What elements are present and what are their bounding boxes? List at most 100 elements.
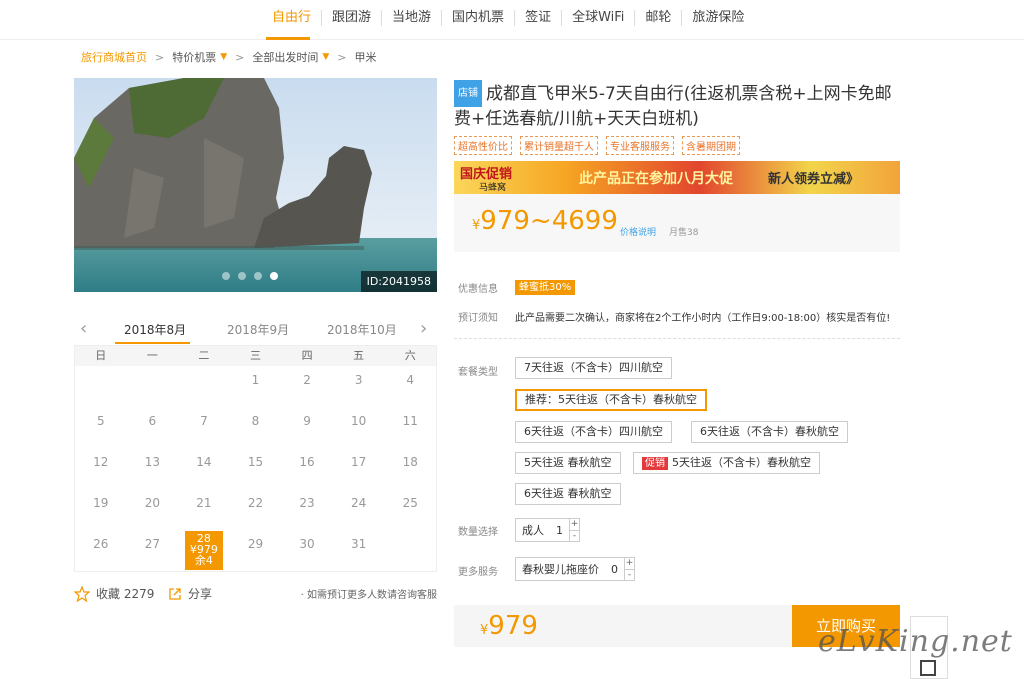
weekday-label: 六 [404,349,416,362]
plus-icon[interactable]: + [625,558,634,570]
package-option[interactable]: 7天往返（不含卡）四川航空 [515,357,672,379]
calendar-day[interactable]: 21 [178,489,230,530]
caret-down-icon[interactable]: ▼ [322,52,329,62]
carousel-dot[interactable] [254,272,262,280]
product-title: 店铺 成都直飞甲米5-7天自由行(往返机票含税+上网卡免邮费+任选春航/川航+天天… [454,80,904,132]
calendar-day[interactable]: 17 [333,448,385,489]
share-label: 分享 [188,587,213,601]
carousel-dot[interactable] [270,272,278,280]
calendar-day[interactable]: 2 [281,366,333,407]
calendar-day[interactable]: 27 [127,530,179,571]
product-image-carousel[interactable]: ID:2041958 [74,78,437,292]
package-option[interactable]: 6天往返（不含卡）春秋航空 [691,421,848,443]
calendar-day[interactable]: 29 [230,530,282,571]
breadcrumb-departure[interactable]: 全部出发时间 [252,49,318,65]
nav-item[interactable]: 旅游保险 [681,10,754,26]
quantity-stepper[interactable]: 成人 1 + - [515,518,580,542]
calendar-day[interactable]: 31 [333,530,385,571]
nav-item[interactable]: 邮轮 [634,10,681,26]
calendar-day[interactable]: 23 [281,489,333,530]
tab-month-aug[interactable]: 2018年8月 [124,321,186,338]
breadcrumb-separator: > [155,50,165,64]
calendar-day[interactable]: 15 [230,448,282,489]
star-icon [74,585,90,602]
calendar-day[interactable]: 11 [384,407,436,448]
service-value[interactable]: 0 [605,563,624,576]
total-price: ¥979 [480,611,538,641]
calendar-day [75,366,127,407]
feature-tag: 含暑期团期 [682,136,740,155]
breadcrumb-flights[interactable]: 特价机票 [172,49,216,65]
price-box: ¥979~4699 价格说明 月售38 [454,194,900,252]
calendar-day-selected[interactable]: 28 ¥979 余4 [185,531,223,570]
tab-month-oct[interactable]: 2018年10月 [327,321,397,338]
calendar-day[interactable]: 9 [281,407,333,448]
nav-item[interactable]: 当地游 [381,10,441,26]
weekday-label: 一 [146,349,158,362]
price-explain-link[interactable]: 价格说明 [620,225,656,238]
carousel-dot[interactable] [222,272,230,280]
minus-icon[interactable]: - [625,570,634,581]
discount-label: 优惠信息 [458,284,498,295]
feature-tag: 专业客服服务 [606,136,674,155]
plus-icon[interactable]: + [570,519,579,531]
nav-item[interactable]: 全球WiFi [561,10,634,26]
tab-month-sep[interactable]: 2018年9月 [227,321,289,338]
favorite-button[interactable]: 收藏 2279 [74,585,154,602]
breadcrumb-home[interactable]: 旅行商城首页 [81,49,147,65]
calendar-day[interactable]: 5 [75,407,127,448]
breadcrumb: 旅行商城首页 > 特价机票 ▼ > 全部出发时间 ▼ > 甲米 [81,49,377,65]
favorite-count: 收藏 2279 [96,587,155,601]
calendar-day[interactable]: 10 [333,407,385,448]
calendar-day[interactable]: 14 [178,448,230,489]
calendar-day[interactable]: 8 [230,407,282,448]
calendar-day[interactable]: 7 [178,407,230,448]
package-option-promo[interactable]: 促销 5天往返（不含卡）春秋航空 [633,452,820,474]
quantity-label: 数量选择 [458,527,498,538]
stepper-buttons[interactable]: + - [624,558,634,580]
calendar-day[interactable]: 26 [75,530,127,571]
calendar-day[interactable]: 3 [333,366,385,407]
divider [454,338,900,339]
carousel-dot[interactable] [238,272,246,280]
calendar-day[interactable]: 25 [384,489,436,530]
package-option[interactable]: 5天往返 春秋航空 [515,452,621,474]
calendar-day[interactable]: 19 [75,489,127,530]
calendar-weekday-header: 日一二三四五六 [75,346,436,366]
package-option-selected[interactable]: 推荐：5天往返（不含卡）春秋航空 [515,389,707,411]
calendar-day[interactable]: 18 [384,448,436,489]
calendar-day[interactable]: 24 [333,489,385,530]
calendar-day[interactable]: 12 [75,448,127,489]
qr-code-icon[interactable] [920,660,936,676]
package-option[interactable]: 6天往返 春秋航空 [515,483,621,505]
service-stepper[interactable]: 春秋婴儿拖座价 0 + - [515,557,635,581]
monthly-sales: 月售38 [669,228,699,238]
chevron-right-icon[interactable]: › [420,318,427,339]
share-button[interactable]: 分享 [168,585,212,602]
calendar-day[interactable]: 13 [127,448,179,489]
calendar-day[interactable]: 4 [384,366,436,407]
calendar-day[interactable]: 6 [127,407,179,448]
calendar-day[interactable]: 1 [230,366,282,407]
calendar-day[interactable]: 22 [230,489,282,530]
nav-item[interactable]: 签证 [514,10,561,26]
calendar-day[interactable]: 20 [127,489,179,530]
calendar-day[interactable]: 30 [281,530,333,571]
shop-tag: 店铺 [454,80,482,107]
caret-down-icon[interactable]: ▼ [220,52,227,62]
share-icon [169,587,181,600]
booking-label: 预订须知 [458,313,498,324]
chevron-left-icon[interactable]: ‹ [80,318,87,339]
nav-item[interactable]: 国内机票 [441,10,514,26]
calendar-day[interactable]: 16 [281,448,333,489]
nav-items: 自由行 跟团游 当地游 国内机票 签证 全球WiFi 邮轮 旅游保险 [262,10,754,26]
nav-item[interactable]: 跟团游 [321,10,381,26]
stepper-buttons[interactable]: + - [569,519,579,541]
quantity-value[interactable]: 1 [550,524,569,537]
carousel-dots [222,272,278,280]
promo-banner[interactable]: 国庆促销 马蜂窝 此产品正在参加八月大促 新人领券立减》 [454,161,900,194]
package-option[interactable]: 6天往返（不含卡）四川航空 [515,421,672,443]
minus-icon[interactable]: - [570,531,579,542]
banner-brand: 马蜂窝 [479,183,507,193]
nav-item[interactable]: 自由行 [262,10,321,26]
